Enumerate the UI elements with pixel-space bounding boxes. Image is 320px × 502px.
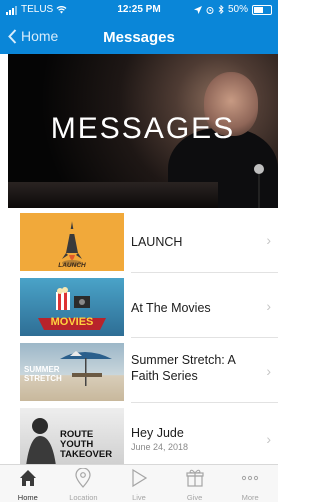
thumbnail-text: ROUTE YOUTH TAKEOVER [60,429,113,460]
more-dots-icon [242,475,259,481]
microphone-icon [254,164,264,174]
list-item-launch[interactable]: LAUNCH LAUNCH › [0,208,278,273]
message-series-list: LAUNCH LAUNCH › MOVIES At The Movies › S… [0,208,278,468]
tab-bar: Home Location Live Give More [0,464,278,502]
thumbnail-text: SUMMER STRETCH [24,365,62,383]
hero-mic-stand [258,174,260,208]
list-item-at-the-movies[interactable]: MOVIES At The Movies › [0,273,278,338]
home-icon [19,470,36,486]
location-arrow-icon [193,5,202,14]
list-item-hey-jude[interactable]: ROUTE YOUTH TAKEOVER Hey Jude June 24, 2… [0,403,278,468]
gift-icon [185,469,204,487]
thumbnail-launch: LAUNCH [20,213,124,271]
battery-icon [252,4,272,15]
hero-title: MESSAGES [50,112,236,145]
list-item-title: At The Movies [131,301,211,315]
bluetooth-icon [218,5,224,14]
thumbnail-text: LAUNCH [58,262,86,269]
list-item-title: Summer Stretch: A Faith Series [131,353,236,383]
tab-live[interactable]: Live [111,465,167,502]
tab-give[interactable]: Give [167,465,223,502]
status-bar: TELUS 12:25 PM 50% [0,0,278,20]
battery-percent: 50% [227,4,248,15]
list-item-summer-stretch[interactable]: SUMMER STRETCH Summer Stretch: A Faith S… [0,338,278,403]
chevron-right-icon: › [266,232,271,248]
navigation-bar: Home Messages [0,20,278,54]
hero-podium [8,182,218,208]
chevron-right-icon: › [266,431,271,447]
hero-banner: MESSAGES [8,54,278,208]
thumbnail-hey-jude: ROUTE YOUTH TAKEOVER [20,408,124,466]
chevron-right-icon: › [266,298,271,314]
chevron-right-icon: › [266,363,271,379]
play-icon [132,468,148,488]
status-right: 50% [193,4,272,15]
thumbnail-text: MOVIES [50,316,94,328]
tab-location[interactable]: Location [56,465,112,502]
list-item-title: LAUNCH [131,235,183,249]
list-item-date: June 24, 2018 [131,442,189,452]
location-pin-icon [75,468,91,488]
tab-more[interactable]: More [222,465,278,502]
thumbnail-summer-stretch: SUMMER STRETCH [20,343,124,401]
list-item-title: Hey Jude [131,426,184,440]
page-title: Messages [103,29,175,46]
thumbnail-at-the-movies: MOVIES [20,278,124,336]
alarm-icon [206,6,214,14]
tab-home[interactable]: Home [0,465,56,502]
